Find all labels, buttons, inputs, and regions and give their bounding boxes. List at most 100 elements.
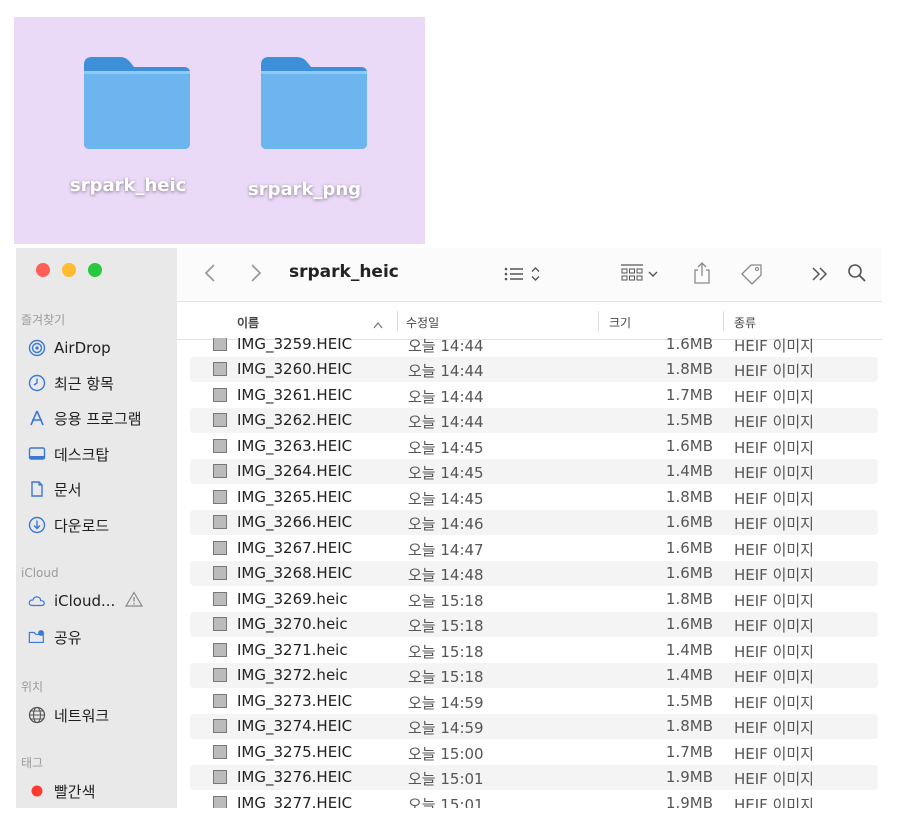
column-size[interactable]: 크기: [609, 314, 631, 331]
sidebar-item-icloud-drive[interactable]: iCloud...: [28, 588, 144, 614]
file-date: 오늘 15:00: [408, 745, 484, 763]
file-kind: HEIF 이미지: [734, 490, 814, 508]
image-thumbnail-icon: [213, 694, 227, 708]
sidebar-item-label: 빨간색: [54, 782, 96, 801]
folder-label[interactable]: srpark_heic: [70, 175, 186, 196]
file-date: 오늘 14:45: [408, 439, 484, 457]
file-row[interactable]: IMG_3277.HEIC 오늘 15:01 1.9MB HEIF 이미지: [190, 791, 878, 808]
image-thumbnail-icon: [213, 796, 227, 808]
file-row[interactable]: IMG_3275.HEIC 오늘 15:00 1.7MB HEIF 이미지: [190, 740, 878, 765]
file-date: 오늘 14:44: [408, 413, 484, 431]
file-size: 1.6MB: [665, 513, 713, 531]
file-row[interactable]: IMG_3262.HEIC 오늘 14:44 1.5MB HEIF 이미지: [190, 408, 878, 433]
file-size: 1.7MB: [665, 743, 713, 761]
forward-button[interactable]: [245, 260, 267, 286]
file-row[interactable]: IMG_3263.HEIC 오늘 14:45 1.6MB HEIF 이미지: [190, 434, 878, 459]
back-button[interactable]: [199, 260, 221, 286]
image-thumbnail-icon: [213, 413, 227, 427]
sidebar-section-icloud: iCloud: [21, 566, 59, 580]
file-size: 1.8MB: [665, 717, 713, 735]
file-name: IMG_3267.HEIC: [237, 539, 353, 557]
more-toolbar-button[interactable]: [809, 262, 831, 286]
sidebar-item-airdrop[interactable]: AirDrop: [28, 335, 111, 361]
red-tag-icon: [28, 782, 46, 800]
file-size: 1.6MB: [665, 539, 713, 557]
file-row[interactable]: IMG_3259.HEIC 오늘 14:44 1.6MB HEIF 이미지: [190, 338, 878, 357]
sidebar-item-label: 문서: [54, 480, 82, 499]
sort-ascending-icon[interactable]: [373, 314, 383, 333]
file-list: IMG_3259.HEIC 오늘 14:44 1.6MB HEIF 이미지 IM…: [190, 338, 880, 808]
file-kind: HEIF 이미지: [734, 617, 814, 635]
column-divider[interactable]: [598, 311, 599, 331]
file-row[interactable]: IMG_3273.HEIC 오늘 14:59 1.5MB HEIF 이미지: [190, 689, 878, 714]
list-view-button[interactable]: [501, 261, 549, 287]
search-icon: [848, 264, 866, 282]
file-name: IMG_3260.HEIC: [237, 360, 353, 378]
file-row[interactable]: IMG_3272.heic 오늘 15:18 1.4MB HEIF 이미지: [190, 663, 878, 688]
file-row[interactable]: IMG_3264.HEIC 오늘 14:45 1.4MB HEIF 이미지: [190, 459, 878, 484]
file-name: IMG_3271.heic: [237, 641, 348, 659]
file-row[interactable]: IMG_3260.HEIC 오늘 14:44 1.8MB HEIF 이미지: [190, 357, 878, 382]
file-row[interactable]: IMG_3274.HEIC 오늘 14:59 1.8MB HEIF 이미지: [190, 714, 878, 739]
image-thumbnail-icon: [213, 668, 227, 682]
sidebar-item-tag-red[interactable]: 빨간색: [28, 778, 95, 804]
file-kind: HEIF 이미지: [734, 796, 814, 808]
file-name: IMG_3270.heic: [237, 615, 348, 633]
file-kind: HEIF 이미지: [734, 362, 814, 380]
sidebar-item-shared[interactable]: 공유: [28, 624, 82, 650]
desktop-folder-srpark-png[interactable]: [257, 53, 371, 153]
file-row[interactable]: IMG_3271.heic 오늘 15:18 1.4MB HEIF 이미지: [190, 638, 878, 663]
file-name: IMG_3262.HEIC: [237, 411, 353, 429]
column-name[interactable]: 이름: [237, 314, 259, 331]
close-button[interactable]: [36, 263, 50, 277]
sidebar-item-network[interactable]: 네트워크: [28, 702, 109, 728]
column-header: 이름 수정일 크기 종류: [177, 302, 882, 340]
desktop-area: srpark_heic srpark_png: [14, 17, 425, 244]
chevron-left-icon: [204, 264, 215, 282]
sidebar-item-applications[interactable]: 응용 프로그램: [28, 405, 142, 431]
file-kind: HEIF 이미지: [734, 592, 814, 610]
file-row[interactable]: IMG_3266.HEIC 오늘 14:46 1.6MB HEIF 이미지: [190, 510, 878, 535]
sidebar-item-downloads[interactable]: 다운로드: [28, 512, 109, 538]
folder-label[interactable]: srpark_png: [248, 179, 361, 200]
file-name: IMG_3277.HEIC: [237, 794, 353, 808]
file-row[interactable]: IMG_3261.HEIC 오늘 14:44 1.7MB HEIF 이미지: [190, 383, 878, 408]
file-name: IMG_3272.heic: [237, 666, 348, 684]
zoom-button[interactable]: [88, 263, 102, 277]
sidebar-item-documents[interactable]: 문서: [28, 476, 82, 502]
file-kind: HEIF 이미지: [734, 668, 814, 686]
search-button[interactable]: [845, 260, 869, 286]
minimize-button[interactable]: [62, 263, 76, 277]
file-row[interactable]: IMG_3270.heic 오늘 15:18 1.6MB HEIF 이미지: [190, 612, 878, 637]
download-icon: [28, 516, 46, 534]
file-name: IMG_3263.HEIC: [237, 437, 353, 455]
sidebar-item-recents[interactable]: 최근 항목: [28, 370, 114, 396]
file-size: 1.8MB: [665, 590, 713, 608]
tag-button[interactable]: [737, 260, 767, 288]
file-date: 오늘 15:01: [408, 770, 484, 788]
file-row[interactable]: IMG_3269.heic 오늘 15:18 1.8MB HEIF 이미지: [190, 587, 878, 612]
file-kind: HEIF 이미지: [734, 464, 814, 482]
file-row[interactable]: IMG_3267.HEIC 오늘 14:47 1.6MB HEIF 이미지: [190, 536, 878, 561]
image-thumbnail-icon: [213, 617, 227, 631]
file-row[interactable]: IMG_3276.HEIC 오늘 15:01 1.9MB HEIF 이미지: [190, 765, 878, 790]
column-divider[interactable]: [397, 311, 398, 331]
image-thumbnail-icon: [213, 592, 227, 606]
tag-icon: [741, 264, 762, 285]
file-row[interactable]: IMG_3268.HEIC 오늘 14:48 1.6MB HEIF 이미지: [190, 561, 878, 586]
file-date: 오늘 15:18: [408, 668, 484, 686]
sidebar-item-desktop[interactable]: 데스크탑: [28, 441, 109, 467]
file-name: IMG_3269.heic: [237, 590, 348, 608]
file-size: 1.5MB: [665, 411, 713, 429]
share-button[interactable]: [689, 258, 715, 288]
file-name: IMG_3266.HEIC: [237, 513, 353, 531]
file-date: 오늘 14:59: [408, 694, 484, 712]
airdrop-icon: [28, 339, 46, 357]
column-kind[interactable]: 종류: [734, 314, 756, 331]
group-button[interactable]: [617, 261, 667, 287]
column-divider[interactable]: [723, 311, 724, 331]
file-row[interactable]: IMG_3265.HEIC 오늘 14:45 1.8MB HEIF 이미지: [190, 485, 878, 510]
desktop-folder-srpark-heic[interactable]: [80, 53, 194, 153]
column-date-modified[interactable]: 수정일: [406, 314, 439, 331]
image-thumbnail-icon: [213, 388, 227, 402]
